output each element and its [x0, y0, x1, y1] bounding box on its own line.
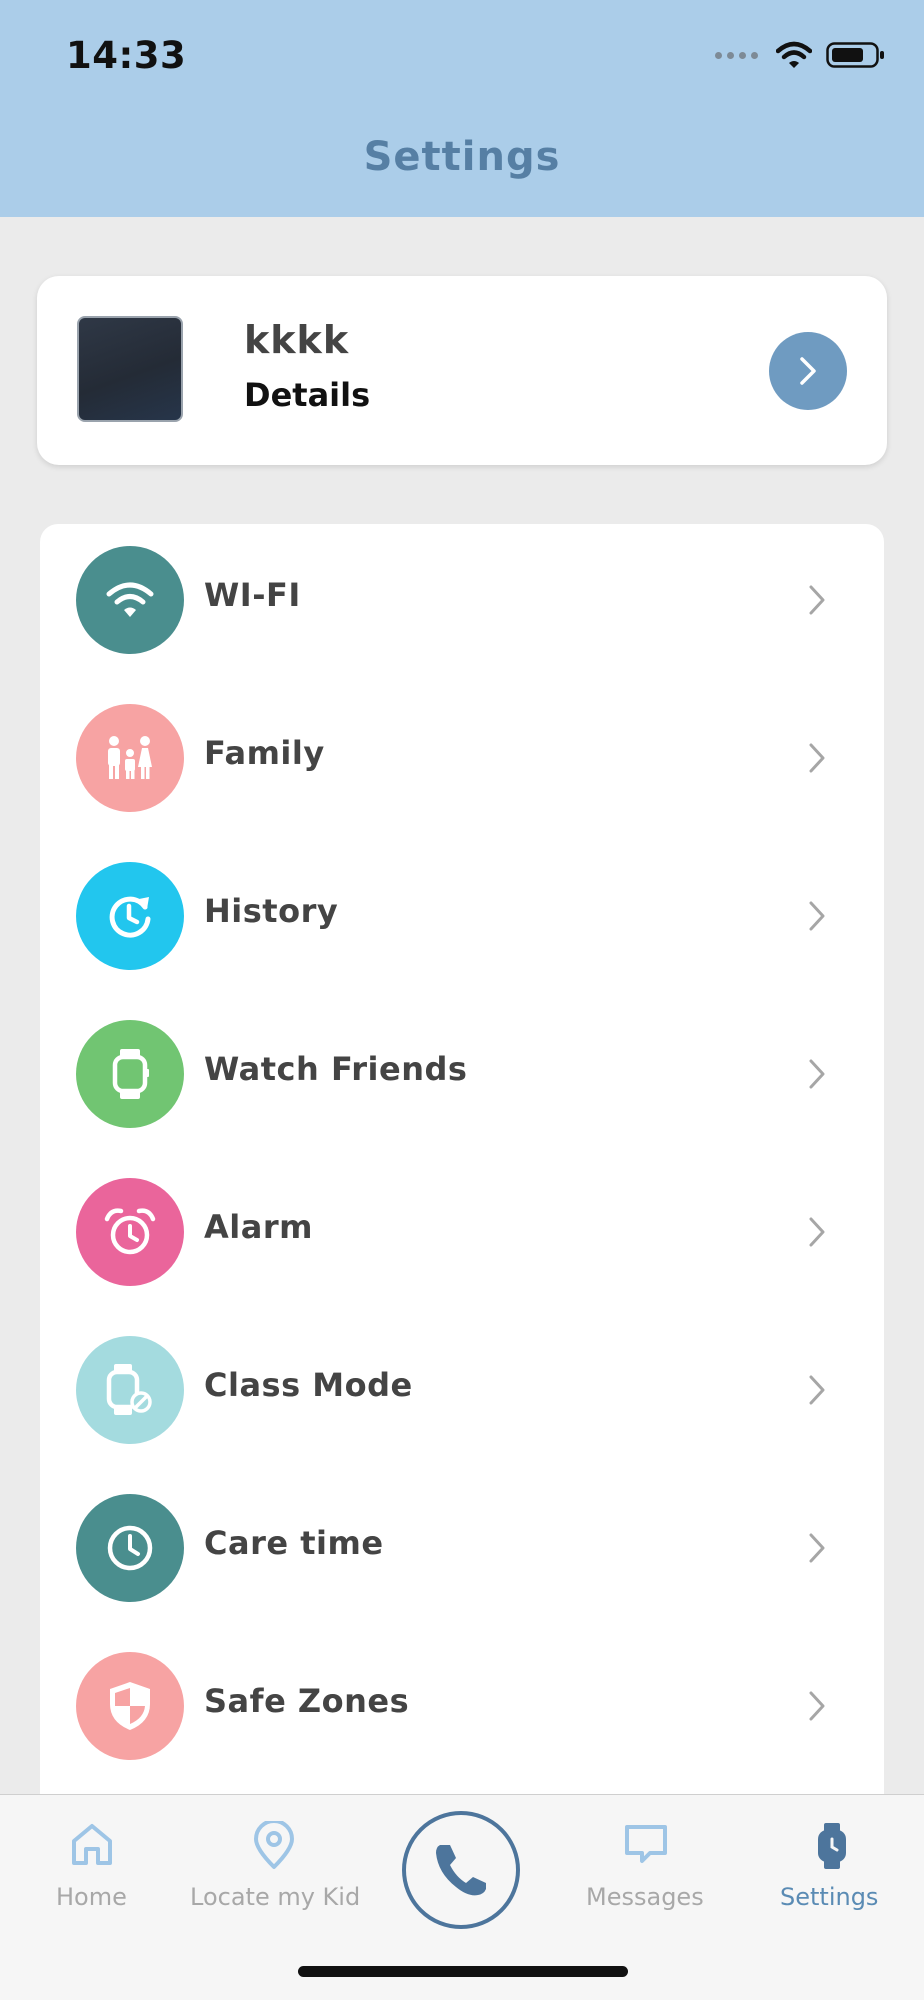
status-time: 14:33: [66, 34, 187, 77]
phone-icon: [436, 1845, 486, 1896]
chevron-right-icon: [809, 1059, 825, 1089]
tab-home[interactable]: Home: [52, 1795, 132, 1945]
history-icon: [76, 862, 184, 970]
tab-label: Home: [56, 1883, 127, 1911]
chevron-right-icon: [809, 1533, 825, 1563]
settings-item-safe-zones[interactable]: Safe Zones: [40, 1630, 884, 1760]
location-pin-icon: [254, 1821, 294, 1869]
chevron-right-icon: [809, 743, 825, 773]
tab-locate-my-kid[interactable]: Locate my Kid: [186, 1795, 366, 1945]
settings-item-wifi[interactable]: WI-FI: [40, 524, 884, 654]
settings-list: WI-FI Family History Watch Friends Alarm…: [40, 524, 884, 1824]
settings-item-label: Watch Friends: [204, 1050, 468, 1088]
header: 14:33 Settings: [0, 0, 924, 217]
settings-item-history[interactable]: History: [40, 840, 884, 970]
tab-label: Settings: [780, 1883, 879, 1911]
settings-screen: 14:33 Settings kkkk Details WI-FI Family…: [0, 0, 924, 2000]
profile-card[interactable]: kkkk Details: [37, 276, 887, 465]
profile-details-button[interactable]: [769, 332, 847, 410]
class-mode-watch-icon: [76, 1336, 184, 1444]
cellular-signal-icon: [715, 51, 758, 59]
chevron-right-icon: [809, 901, 825, 931]
settings-item-label: Alarm: [204, 1208, 313, 1246]
settings-item-label: Care time: [204, 1524, 384, 1562]
watch-settings-icon: [818, 1823, 846, 1869]
profile-name: kkkk: [244, 318, 350, 362]
shield-icon: [76, 1652, 184, 1760]
tab-messages[interactable]: Messages: [580, 1795, 710, 1945]
settings-item-label: Class Mode: [204, 1366, 413, 1404]
alarm-clock-icon: [76, 1178, 184, 1286]
tab-settings[interactable]: Settings: [776, 1795, 886, 1945]
family-icon: [76, 704, 184, 812]
call-button[interactable]: [402, 1811, 520, 1929]
settings-item-label: WI-FI: [204, 576, 301, 614]
settings-item-label: Safe Zones: [204, 1682, 410, 1720]
chevron-right-icon: [800, 357, 816, 385]
wifi-status-icon: [776, 41, 812, 68]
watch-icon: [76, 1020, 184, 1128]
tab-label: Locate my Kid: [190, 1883, 361, 1911]
settings-item-family[interactable]: Family: [40, 682, 884, 812]
page-title: Settings: [363, 134, 561, 180]
settings-item-alarm[interactable]: Alarm: [40, 1156, 884, 1286]
settings-item-label: History: [204, 892, 339, 930]
tab-label: Messages: [586, 1883, 704, 1911]
chat-bubble-icon: [625, 1825, 667, 1863]
chevron-right-icon: [809, 1691, 825, 1721]
chevron-right-icon: [809, 585, 825, 615]
avatar: [77, 316, 183, 422]
settings-item-care-time[interactable]: Care time: [40, 1472, 884, 1602]
settings-item-class-mode[interactable]: Class Mode: [40, 1314, 884, 1444]
settings-item-label: Family: [204, 734, 325, 772]
home-icon: [72, 1824, 112, 1865]
status-icons: [715, 40, 886, 70]
profile-details-label: Details: [244, 376, 371, 414]
settings-item-watch-friends[interactable]: Watch Friends: [40, 998, 884, 1128]
battery-icon: [826, 42, 884, 68]
chevron-right-icon: [809, 1217, 825, 1247]
clock-icon: [76, 1494, 184, 1602]
home-indicator: [298, 1966, 628, 1977]
chevron-right-icon: [809, 1375, 825, 1405]
wifi-icon: [76, 546, 184, 654]
